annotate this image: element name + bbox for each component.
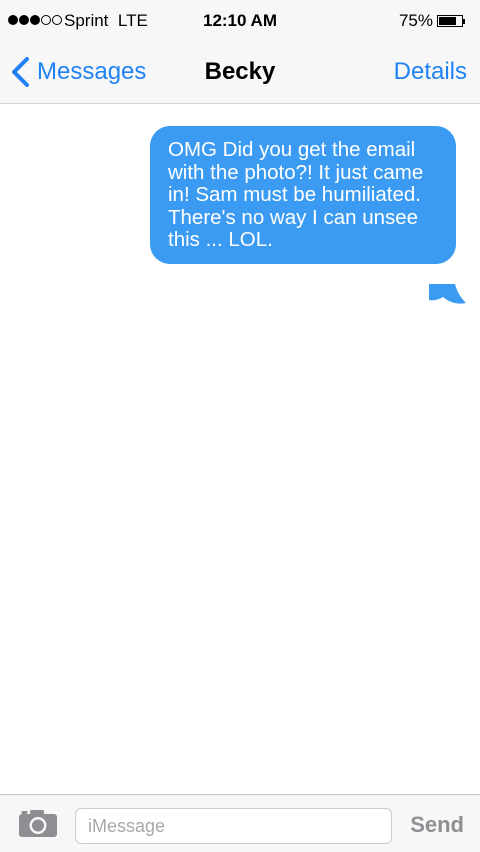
details-button[interactable]: Details — [394, 58, 467, 86]
status-bar: Sprint LTE 12:10 AM 75% — [0, 0, 480, 44]
bubble-tail — [429, 284, 466, 304]
battery-level — [439, 17, 456, 25]
message-input-bar: Send — [0, 794, 480, 852]
conversation-area[interactable]: OMG Did you get the email with the photo… — [0, 104, 480, 794]
battery-nub — [463, 19, 465, 24]
send-button[interactable]: Send — [410, 812, 464, 838]
navigation-bar: Messages Becky Details — [0, 44, 480, 104]
battery-icon — [437, 15, 463, 27]
camera-icon[interactable] — [18, 808, 58, 838]
battery-percent: 75% — [398, 11, 433, 30]
message-input[interactable] — [75, 808, 392, 844]
outgoing-message-bubble[interactable]: OMG Did you get the email with the photo… — [150, 126, 456, 264]
messages-screen: Sprint LTE 12:10 AM 75% Messages Becky D… — [0, 0, 480, 852]
